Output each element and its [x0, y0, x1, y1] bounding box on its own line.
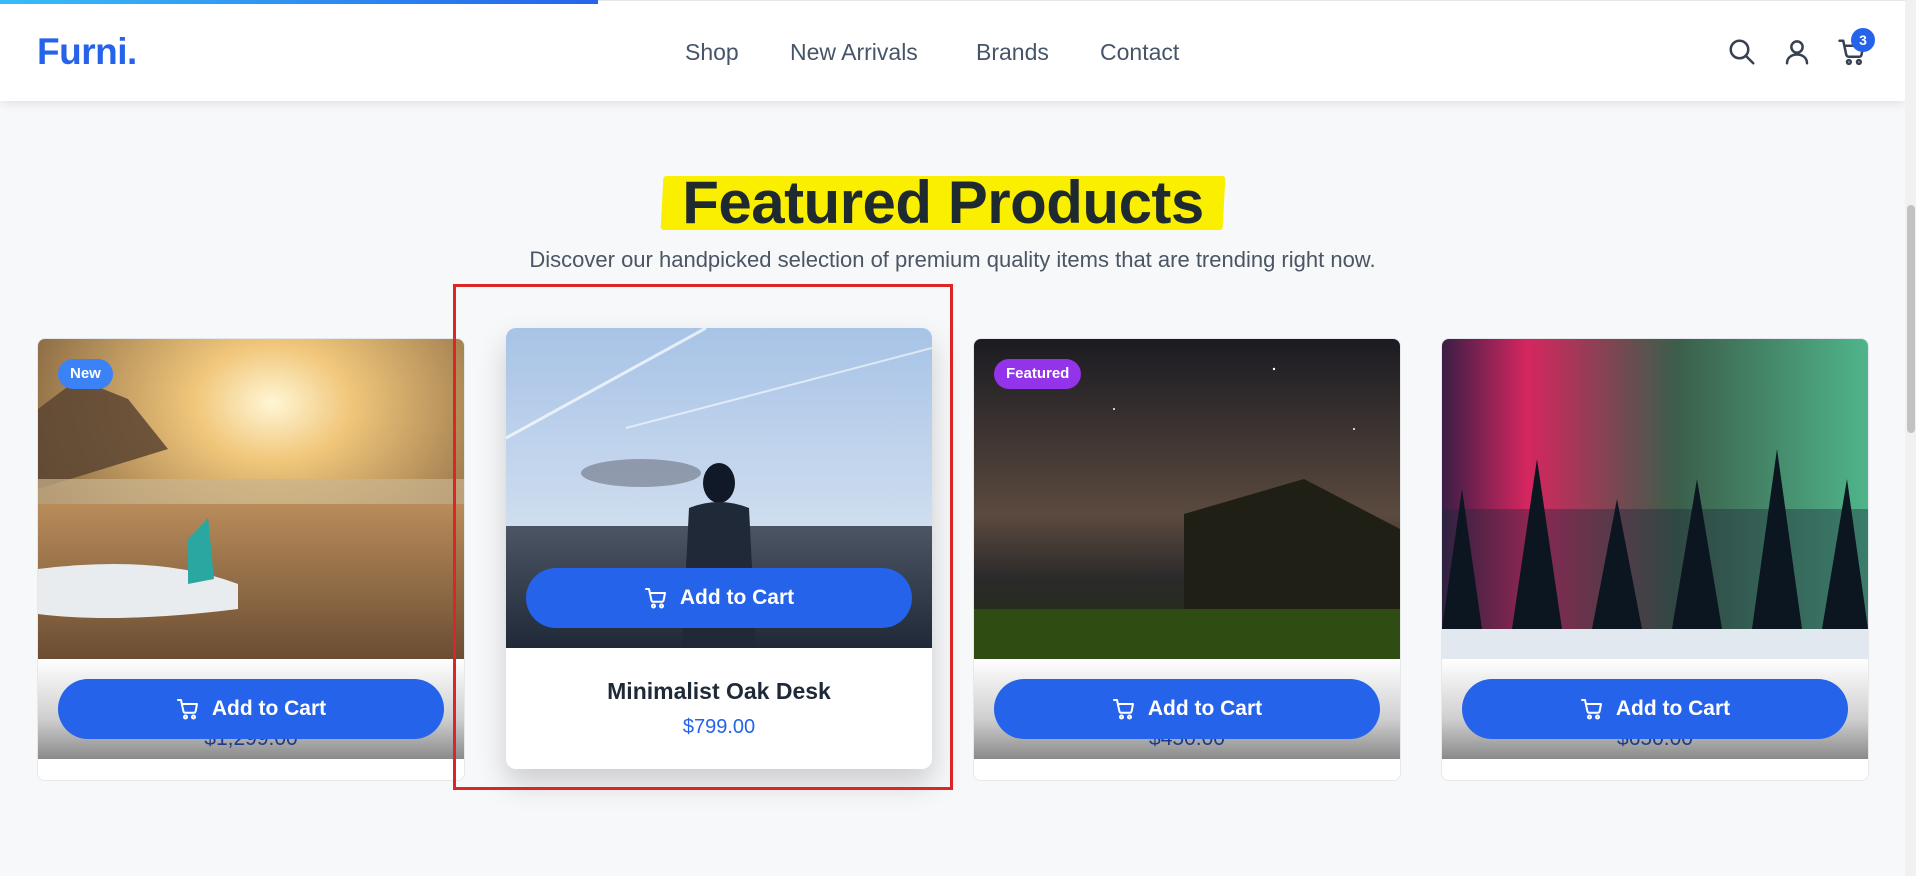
cart-icon: [1580, 699, 1602, 720]
button-label: Add to Cart: [211, 697, 327, 720]
nav-new-arrivals[interactable]: New Arrivals: [790, 39, 918, 66]
cart-icon: [644, 588, 666, 609]
product-card-focused[interactable]: Add to Cart Minimalist Oak Desk $799.00: [506, 328, 932, 769]
add-to-cart-button[interactable]: Add to Cart: [994, 679, 1380, 739]
main-nav: Shop New Arrivals Brands Contact: [0, 39, 1905, 69]
card-footer: [974, 759, 1400, 780]
user-icon[interactable]: [1782, 37, 1812, 67]
cart-icon: [1112, 699, 1134, 720]
add-to-cart-button[interactable]: Add to Cart: [58, 679, 444, 739]
badge-new: New: [58, 359, 113, 389]
badge-featured: Featured: [994, 359, 1082, 389]
button-label: Add to Cart: [1147, 697, 1263, 720]
scrollbar-thumb[interactable]: [1907, 205, 1915, 433]
scroll-progress-bar: [0, 0, 598, 4]
section-subtitle: Discover our handpicked selection of pre…: [529, 247, 1376, 272]
site-header: Furni. Shop New Arrivals Brands Contact …: [0, 0, 1905, 101]
cart-icon: [176, 699, 198, 720]
search-icon[interactable]: [1727, 37, 1757, 67]
button-label: Add to Cart: [679, 586, 795, 609]
product-price: $799.00: [682, 716, 756, 738]
add-to-cart-button[interactable]: Add to Cart: [1462, 679, 1848, 739]
section-title: Featured Products: [682, 169, 1204, 236]
product-card[interactable]: Featured $450.00 Add to Cart: [973, 338, 1401, 781]
cart-count-badge: 3: [1851, 28, 1875, 52]
button-label: Add to Cart: [1615, 697, 1731, 720]
scrollbar[interactable]: [1905, 0, 1916, 876]
product-card[interactable]: New $1,299.00 Add to Cart: [37, 338, 465, 781]
nav-shop[interactable]: Shop: [685, 39, 739, 66]
card-footer: [1442, 759, 1868, 780]
product-image[interactable]: [1442, 339, 1868, 659]
nav-contact[interactable]: Contact: [1100, 39, 1179, 66]
nav-brands[interactable]: Brands: [976, 39, 1049, 66]
card-footer: [38, 759, 464, 780]
add-to-cart-button[interactable]: Add to Cart: [526, 568, 912, 628]
section-heading: Featured Products: [660, 170, 1226, 236]
product-card[interactable]: $650.00 Add to Cart: [1441, 338, 1869, 781]
product-name[interactable]: Minimalist Oak Desk: [506, 678, 932, 705]
